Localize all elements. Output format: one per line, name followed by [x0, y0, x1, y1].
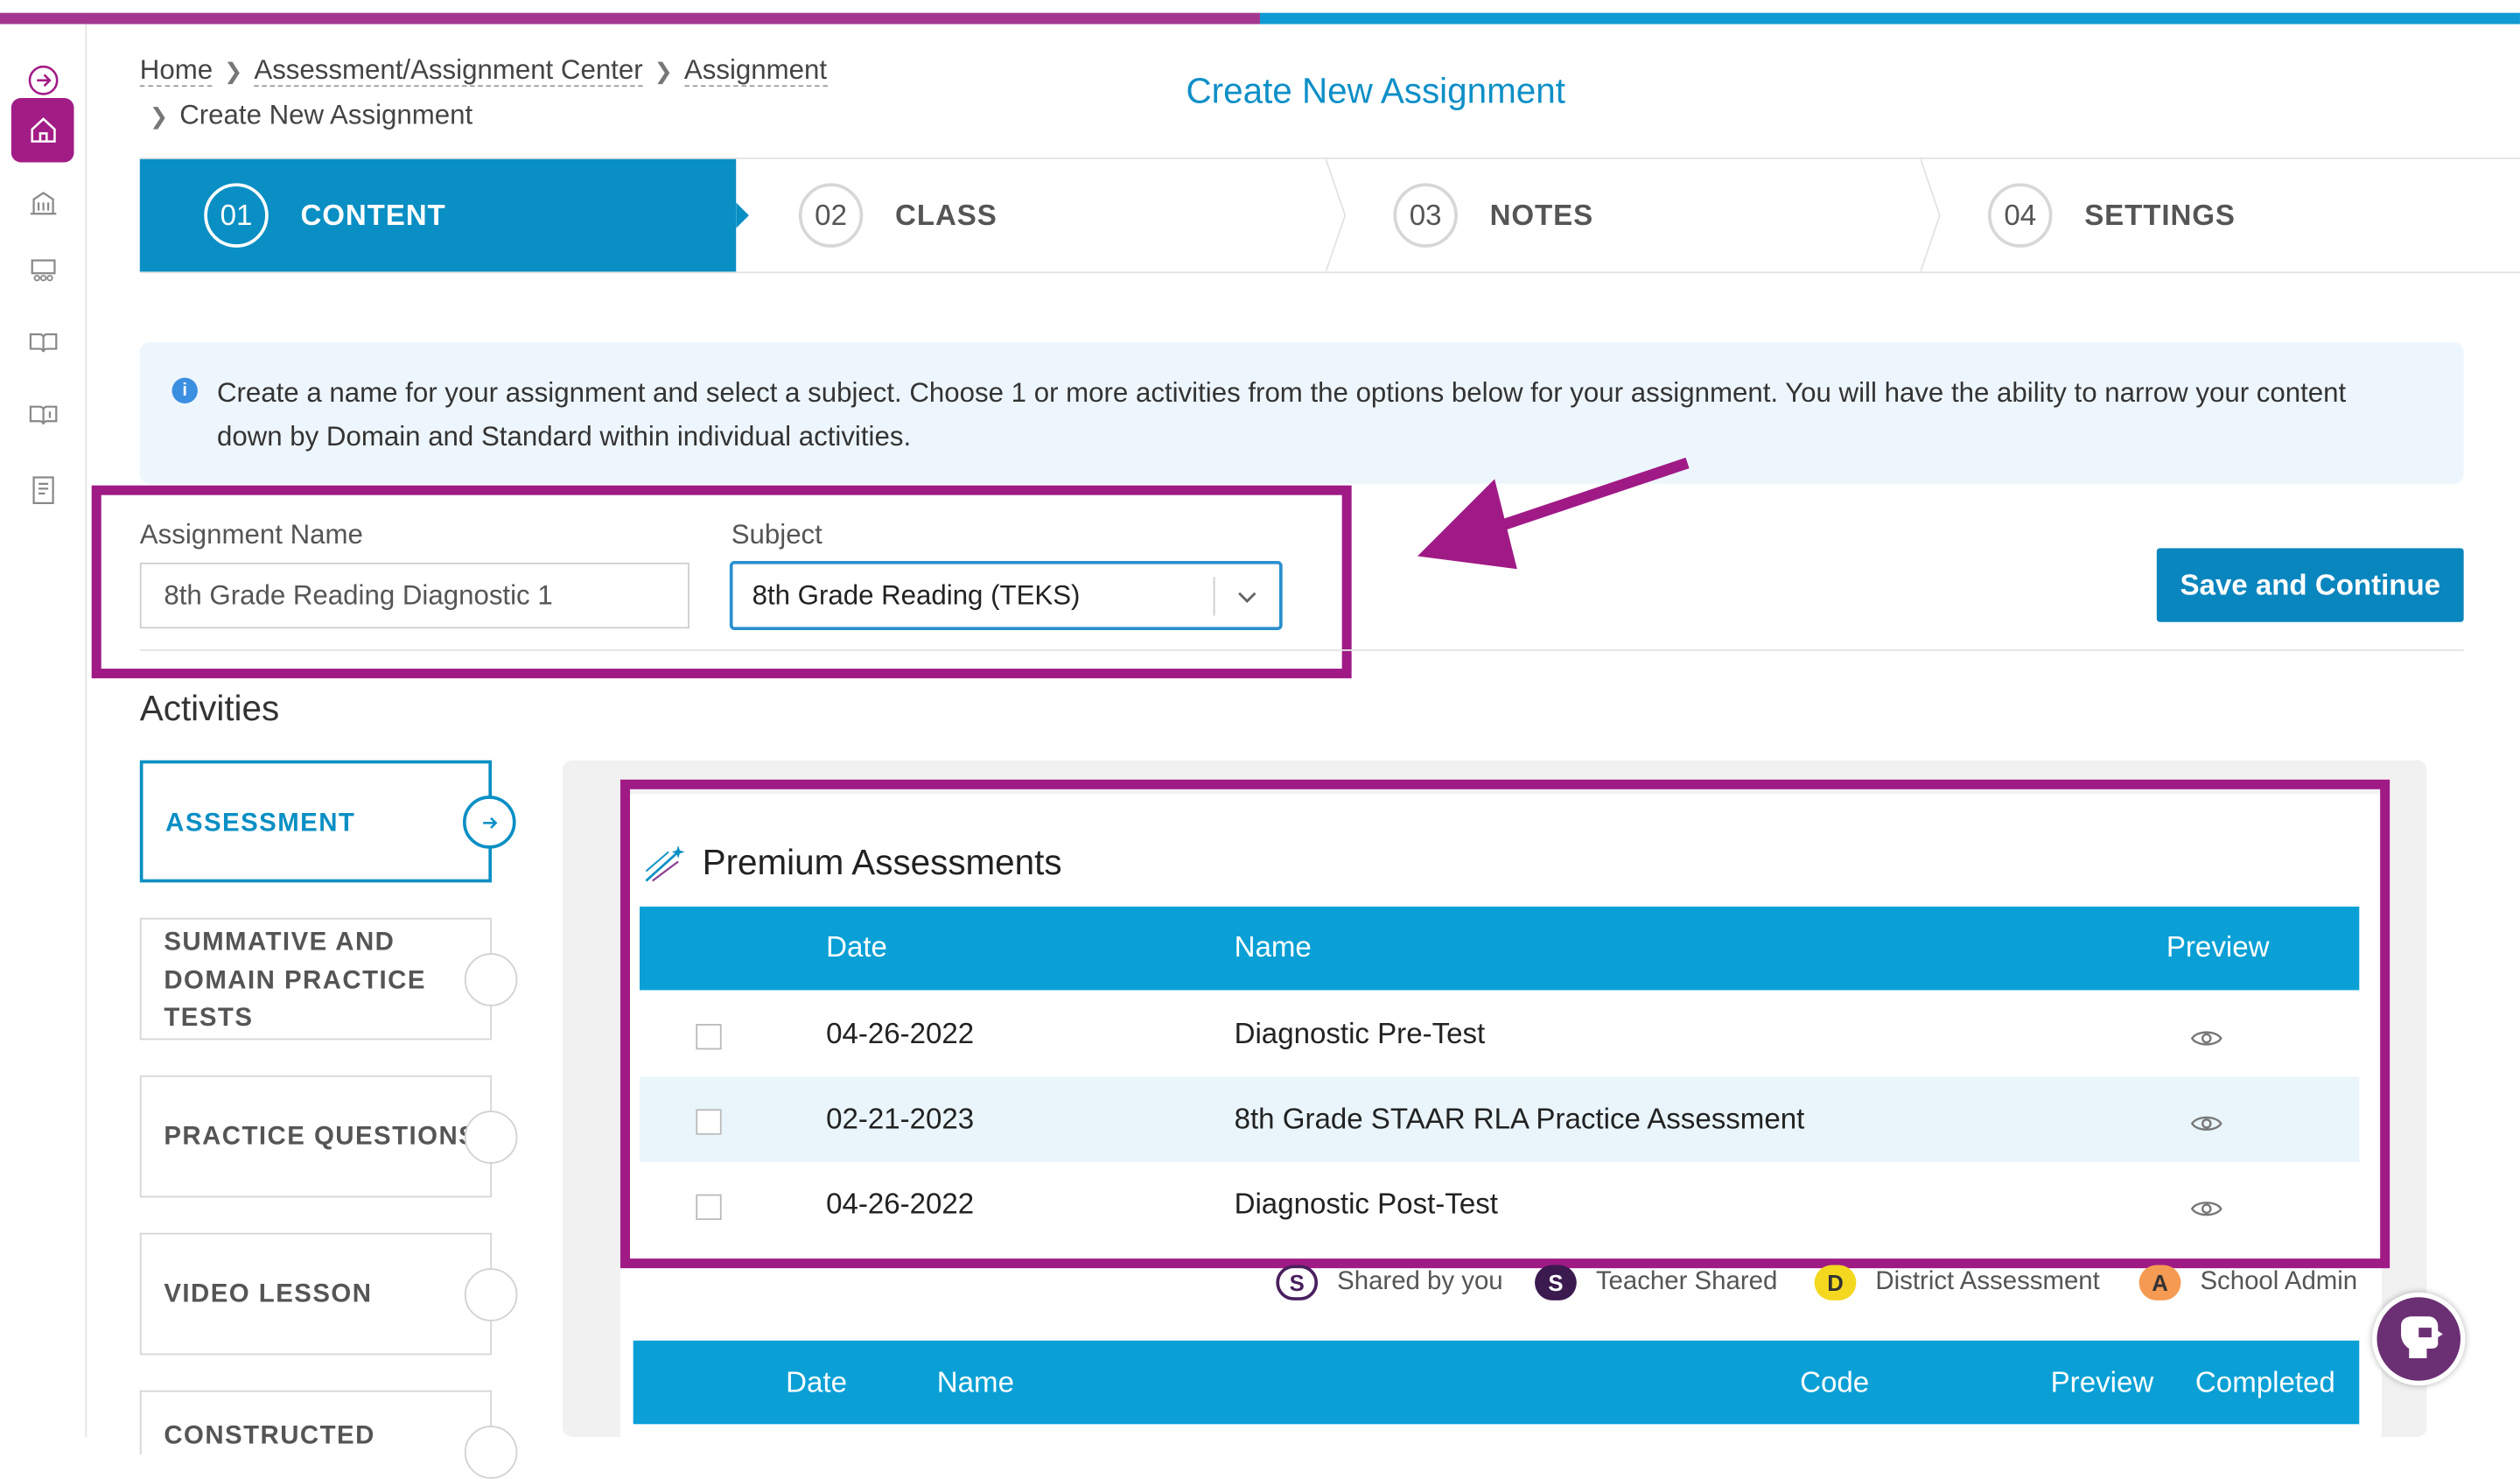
breadcrumb-home[interactable]: Home [139, 54, 214, 88]
chevron-right-icon: ❯ [654, 58, 674, 84]
home-icon [30, 117, 55, 143]
activity-toggle-circle [464, 953, 518, 1006]
breadcrumb-current: Create New Assignment [179, 99, 473, 130]
sidebar-item-home[interactable] [10, 98, 74, 163]
activity-label: PRACTICE QUESTIONS [164, 1123, 478, 1152]
legend-badge: D [1814, 1265, 1857, 1300]
legend-badge: S [1535, 1265, 1577, 1300]
step-label: SETTINGS [2084, 198, 2236, 231]
top-accent-bar [0, 12, 2520, 25]
legend-school-admin: A School Admin [2138, 1264, 2358, 1302]
column-completed: Completed [2194, 1366, 2335, 1398]
step-content[interactable]: 01 CONTENT [139, 158, 737, 272]
chevron-right-icon: ❯ [223, 58, 243, 84]
activity-assessment[interactable]: ASSESSMENT [139, 760, 516, 883]
legend-district-assessment: D District Assessment [1814, 1264, 2100, 1302]
save-and-continue-button[interactable]: Save and Continue [2156, 548, 2464, 622]
open-book-icon [28, 333, 57, 353]
arrow-right-icon [462, 796, 516, 849]
activity-toggle-circle [464, 1268, 518, 1321]
help-chat-button[interactable] [2371, 1292, 2466, 1386]
legend-badge: A [2138, 1265, 2181, 1300]
step-label: NOTES [1489, 198, 1594, 231]
step-number: 01 [204, 183, 269, 248]
step-notes[interactable]: 03 NOTES [1329, 159, 1924, 272]
activity-label: VIDEO LESSON [164, 1280, 373, 1309]
step-number: 03 [1393, 183, 1458, 248]
activity-toggle-circle [464, 1111, 518, 1164]
sidebar-item-school[interactable] [11, 171, 74, 235]
step-number: 02 [798, 183, 864, 248]
column-code[interactable]: Code [1800, 1366, 1869, 1400]
legend-label: School Admin [2200, 1268, 2358, 1296]
info-icon: i [172, 377, 198, 404]
breadcrumb: Home ❯ Assessment/Assignment Center ❯ Assign… [139, 53, 828, 130]
document-icon [32, 476, 53, 504]
legend-shared-by-you: S Shared by you [1276, 1264, 1503, 1302]
column-name[interactable]: Name [937, 1366, 1014, 1400]
sidebar-item-classroom[interactable] [11, 240, 74, 304]
activities-title: Activities [139, 688, 280, 729]
annotation-arrow-icon [1417, 457, 1690, 570]
chat-head-icon [2401, 1316, 2443, 1359]
activity-video-lesson[interactable]: VIDEO LESSON [139, 1232, 518, 1356]
activity-toggle-circle [464, 1426, 518, 1479]
column-date[interactable]: Date [786, 1366, 847, 1400]
sidebar-item-reports[interactable] [11, 458, 74, 522]
legend-label: Teacher Shared [1595, 1268, 1778, 1296]
legend-label: District Assessment [1875, 1268, 2100, 1296]
activity-practice-questions[interactable]: PRACTICE QUESTIONS [139, 1075, 518, 1198]
column-preview: Preview [2050, 1366, 2154, 1398]
sidebar-item-library[interactable] [11, 310, 74, 374]
step-label: CLASS [895, 198, 998, 231]
divider [139, 649, 2464, 651]
legend-label: Shared by you [1337, 1268, 1503, 1296]
legend-badge: S [1276, 1265, 1319, 1300]
wizard-steps: 01 CONTENT 02 CLASS 03 NOTES 04 SETTINGS [139, 157, 2520, 274]
legend-teacher-shared: S Teacher Shared [1535, 1264, 1777, 1302]
arrow-circle-right-icon [27, 65, 58, 95]
sidebar-item-lessons[interactable] [11, 382, 74, 446]
book-info-icon [28, 405, 57, 425]
activity-label: SUMMATIVE AND DOMAIN PRACTICE TESTS [164, 929, 426, 1033]
breadcrumb-assignment[interactable]: Assignment [683, 54, 828, 88]
highlight-box [620, 779, 2390, 1269]
activity-constructed[interactable]: CONSTRUCTED [139, 1390, 518, 1479]
step-label: CONTENT [300, 198, 446, 231]
step-settings[interactable]: 04 SETTINGS [1924, 159, 2520, 272]
sidebar [0, 24, 88, 1438]
assessments-table-header: Date Name Code Preview Completed [633, 1340, 2360, 1425]
activity-label: ASSESSMENT [165, 810, 356, 838]
chevron-right-icon: ❯ [149, 102, 169, 129]
step-number: 04 [1987, 183, 2053, 248]
breadcrumb-center[interactable]: Assessment/Assignment Center [254, 54, 643, 88]
page-title: Create New Assignment [1186, 70, 1565, 111]
classroom-icon [30, 259, 55, 282]
school-icon [29, 192, 56, 215]
step-class[interactable]: 02 CLASS [734, 159, 1329, 272]
info-banner: i Create a name for your assignment and … [139, 342, 2464, 484]
activity-summative[interactable]: SUMMATIVE AND DOMAIN PRACTICE TESTS [139, 917, 518, 1041]
info-text: Create a name for your assignment and se… [216, 377, 2347, 452]
